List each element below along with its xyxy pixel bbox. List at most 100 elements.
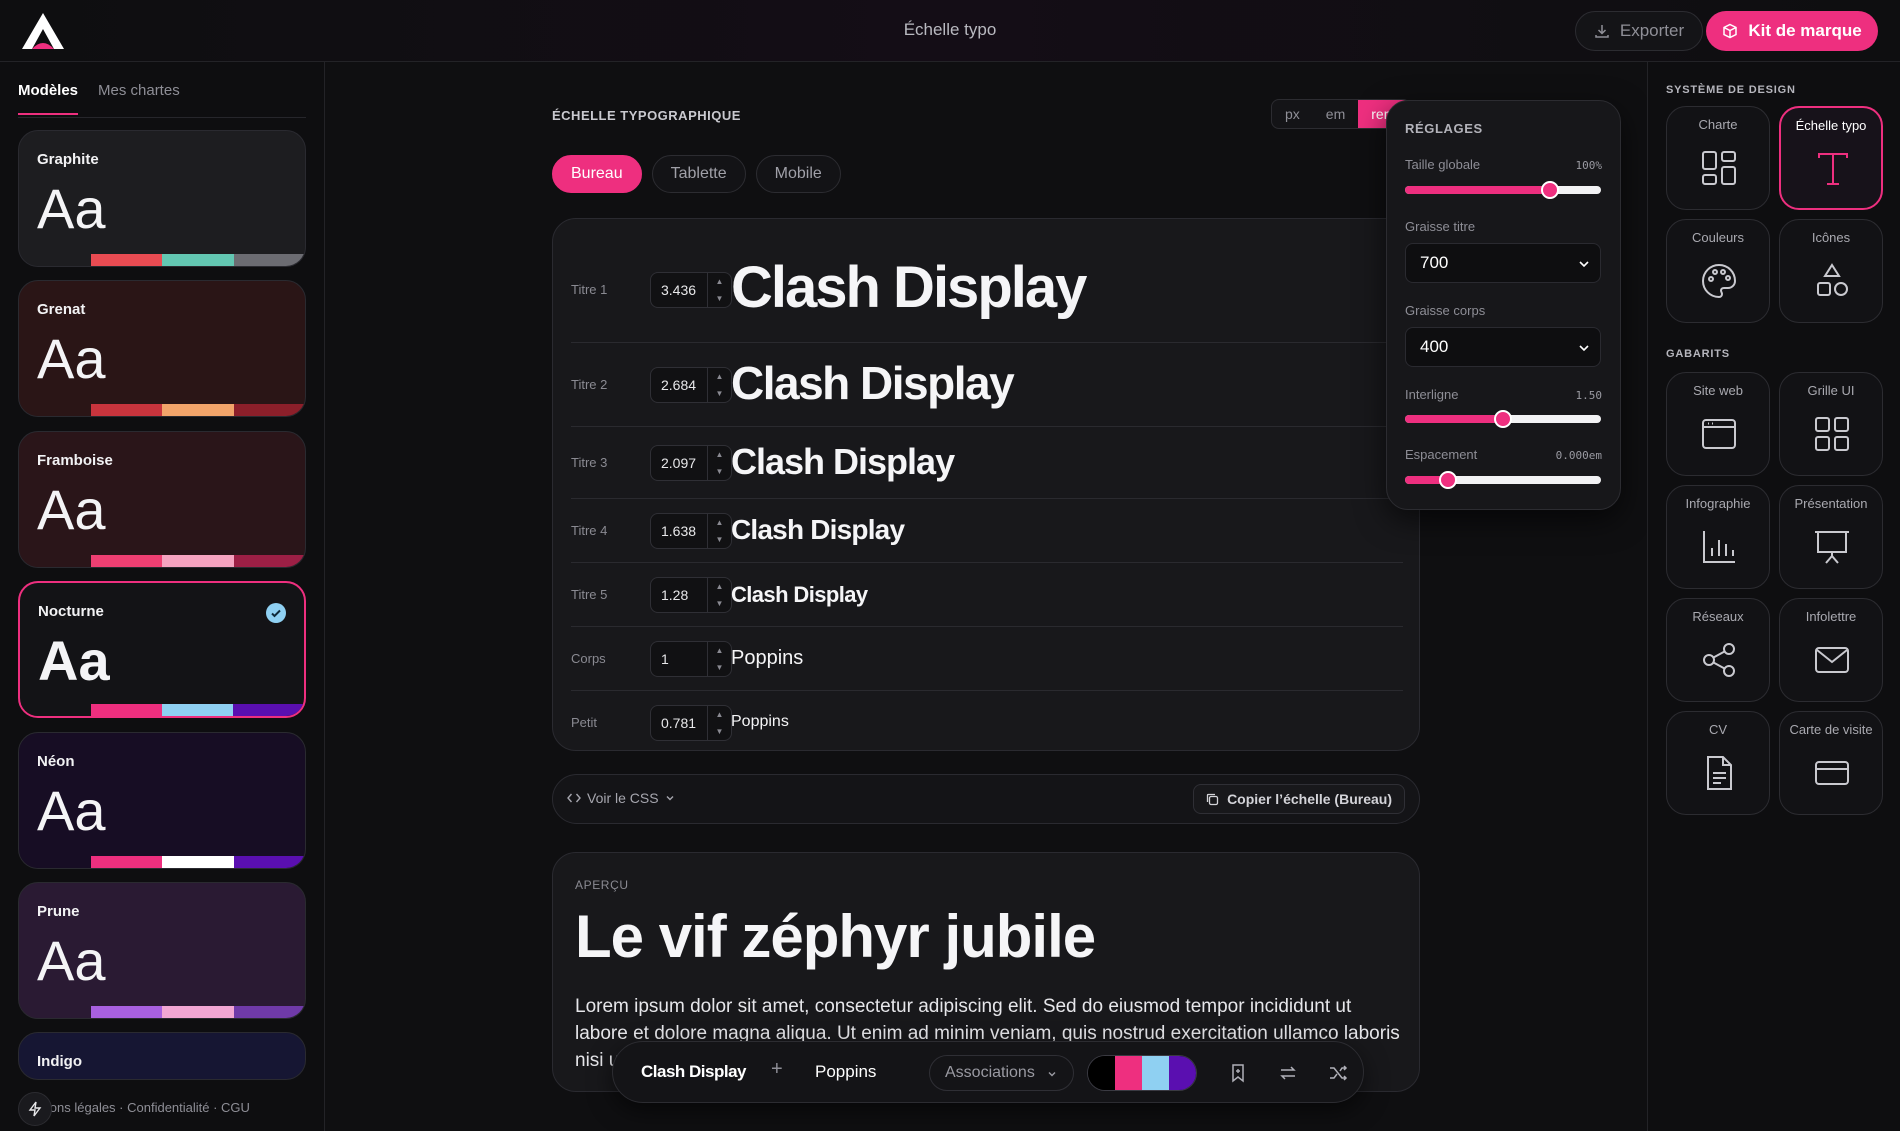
global-size-slider[interactable] [1405,181,1601,199]
associations-dropdown[interactable]: Associations [929,1055,1074,1091]
swatch [233,254,305,266]
scale-label: Titre 3 [571,455,608,470]
theme-card-grenat[interactable]: Grenat Aa [18,280,306,417]
themes-sidebar: Modèles Mes chartes Graphite Aa Grenat Aa Fr… [0,62,325,1131]
presentation-icon [1815,531,1849,564]
unit-em[interactable]: em [1313,100,1358,128]
export-button[interactable]: Exporter [1575,11,1703,51]
tab-modeles[interactable]: Modèles [18,82,79,115]
swatch [233,555,305,567]
theme-card-graphite[interactable]: Graphite Aa [18,130,306,267]
tile-type[interactable]: Échelle typo [1779,106,1883,210]
theme-card-framboise[interactable]: Framboise Aa [18,431,306,568]
theme-card-prune[interactable]: Prune Aa [18,882,306,1019]
chevron-down-icon [666,796,674,801]
tile-browser[interactable]: Site web [1666,372,1770,476]
tile-grid[interactable]: Grille UI [1779,372,1883,476]
slider-knob[interactable] [1494,410,1512,428]
bolt-icon [28,1101,42,1117]
tile-palette[interactable]: Couleurs [1666,219,1770,323]
swatch [233,404,305,416]
leading-slider[interactable] [1405,410,1601,428]
tile-share[interactable]: Réseaux [1666,598,1770,702]
scale-row-5: Titre 5 1.28 ▲ ▼ Clash Display [571,563,1403,627]
copy-scale-button[interactable]: Copier l’échelle (Bureau) [1193,784,1405,814]
scale-label: Titre 1 [571,282,608,297]
bookmark-icon[interactable] [1227,1062,1249,1084]
theme-card-indigo[interactable]: Indigo [18,1032,306,1080]
tile-label: Site web [1693,383,1743,398]
unit-px[interactable]: px [1272,100,1313,128]
body-font-picker[interactable]: Poppins [815,1062,876,1082]
stepper-arrows-icon[interactable]: ▲ ▼ [707,642,731,676]
browser-icon [1702,419,1736,449]
tile-presentation[interactable]: Présentation [1779,485,1883,589]
footer-links[interactable]: Mentions légales · Confidentialité · CGU [18,1100,250,1115]
swatch [90,404,162,416]
spacing-label: Espacement [1405,447,1478,462]
theme-swatches [19,1006,305,1018]
palette-swatch-pill[interactable] [1087,1055,1197,1091]
stepper-arrows-icon[interactable]: ▲ ▼ [707,706,731,740]
tab-mobile[interactable]: Mobile [755,155,841,193]
tile-label: Échelle typo [1795,118,1867,133]
tile-bar-chart[interactable]: Infographie [1666,485,1770,589]
tab-bureau[interactable]: Bureau [552,155,642,193]
preview-label: APERÇU [575,878,629,892]
scale-sample: Clash Display [731,357,1015,410]
tile-card[interactable]: Carte de visite [1779,711,1883,815]
swatch [19,555,91,567]
stepper-arrows-icon[interactable]: ▲ ▼ [707,578,731,612]
scale-value-input[interactable]: 1 ▲ ▼ [650,641,732,677]
type-icon [1818,153,1848,185]
tab-tablette[interactable]: Tablette [651,155,746,193]
heading-font-picker[interactable]: Clash Display [641,1062,747,1082]
spacing-slider[interactable] [1405,471,1601,489]
view-css-toggle[interactable]: Voir le CSS [567,790,675,806]
tile-document[interactable]: CV [1666,711,1770,815]
view-css-label: Voir le CSS [587,790,659,806]
sidebar-tabs: Modèles Mes chartes [18,82,306,118]
slider-knob[interactable] [1541,181,1560,199]
scale-value-input[interactable]: 1.28 ▲ ▼ [650,577,732,613]
stepper-arrows-icon[interactable]: ▲ ▼ [707,514,731,548]
theme-card-nocturne[interactable]: Nocturne Aa [18,581,306,718]
swatch [19,1006,91,1018]
title-weight-value: 700 [1420,253,1449,272]
theme-name: Prune [37,903,80,920]
stepper-arrows-icon[interactable]: ▲ ▼ [707,368,731,402]
theme-card-néon[interactable]: Néon Aa [18,732,306,869]
stepper-arrows-icon[interactable]: ▲ ▼ [707,446,731,480]
shuffle-icon[interactable] [1327,1062,1349,1084]
tile-layout-grid[interactable]: Charte [1666,106,1770,210]
section-title: ÉCHELLE TYPOGRAPHIQUE [552,108,741,123]
scale-value-input[interactable]: 3.436 ▲ ▼ [650,272,732,308]
quick-action-button[interactable] [18,1092,52,1126]
leading-value: 1.50 [1575,389,1603,402]
tile-label: Infographie [1685,496,1751,511]
scale-value-input[interactable]: 2.684 ▲ ▼ [650,367,732,403]
layout-grid-icon [1702,151,1736,185]
slider-knob[interactable] [1439,471,1458,489]
swap-icon[interactable] [1277,1062,1299,1084]
scale-value-input[interactable]: 1.638 ▲ ▼ [650,513,732,549]
theme-swatches [19,856,305,868]
swatch [90,1006,162,1018]
tile-shapes[interactable]: Icônes [1779,219,1883,323]
copy-scale-label: Copier l’échelle (Bureau) [1227,791,1392,807]
design-system-heading: SYSTÈME DE DESIGN [1666,84,1796,96]
settings-panel: RÉGLAGES Taille globale 100% Graisse tit… [1386,100,1621,510]
scale-value-input[interactable]: 2.097 ▲ ▼ [650,445,732,481]
tile-mail[interactable]: Infolettre [1779,598,1883,702]
title-weight-select[interactable]: 700 [1405,243,1601,283]
stepper-arrows-icon[interactable]: ▲ ▼ [707,273,731,307]
scale-label: Corps [571,651,606,666]
brand-kit-button[interactable]: Kit de marque [1706,11,1878,51]
scale-label: Titre 4 [571,523,608,538]
scale-value: 1.638 [661,523,697,539]
tile-label: Grille UI [1807,383,1855,398]
body-weight-select[interactable]: 400 [1405,327,1601,367]
scale-value: 3.436 [661,282,697,298]
scale-value-input[interactable]: 0.781 ▲ ▼ [650,705,732,741]
tab-mes-chartes[interactable]: Mes chartes [98,82,180,99]
